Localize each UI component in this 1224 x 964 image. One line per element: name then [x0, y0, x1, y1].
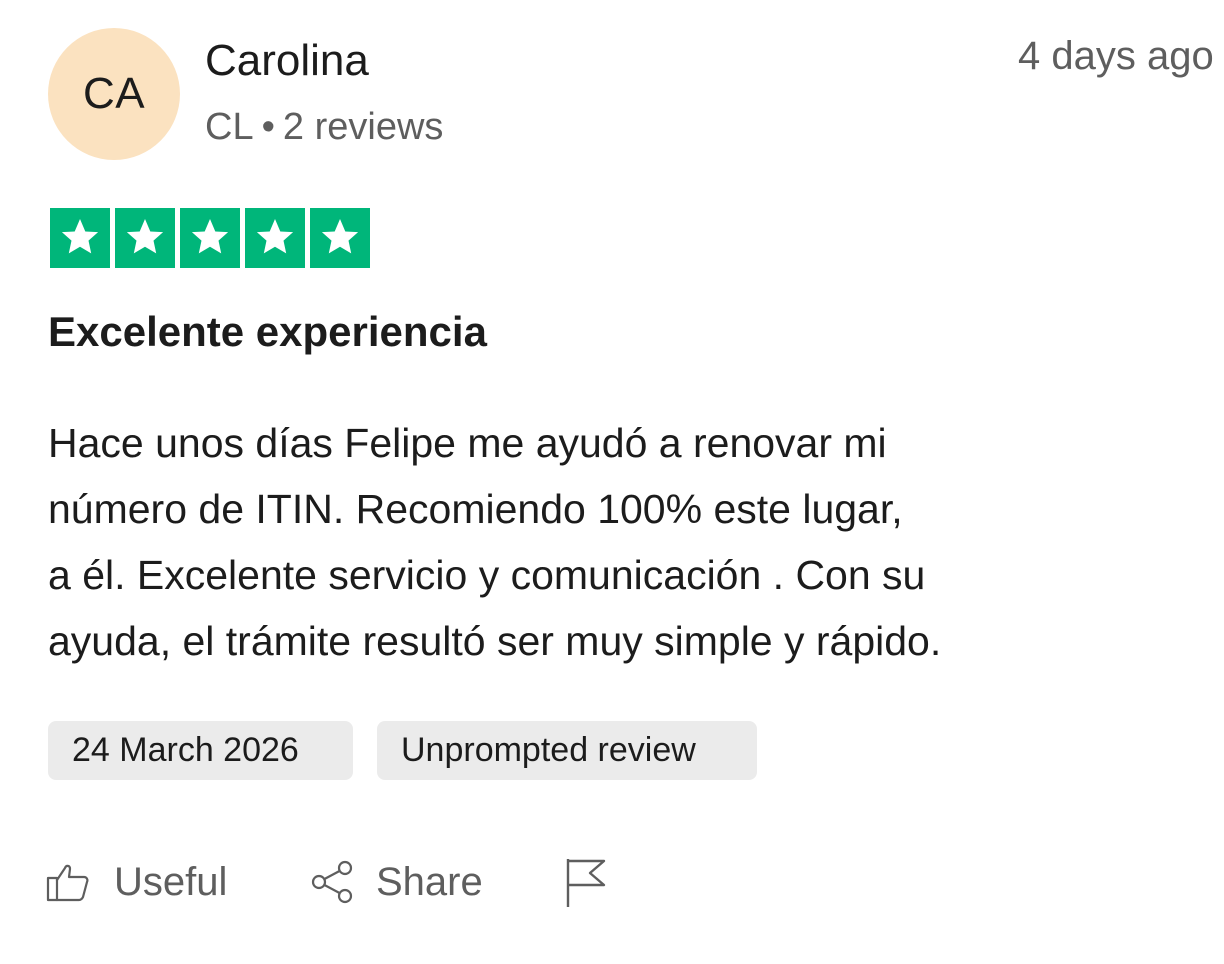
thumbs-up-icon — [46, 862, 90, 902]
share-icon — [310, 860, 354, 904]
useful-label: Useful — [114, 859, 228, 904]
star-icon — [50, 208, 110, 268]
unprompted-review-badge[interactable]: Unprompted review — [377, 721, 757, 780]
review-title[interactable]: Excelente experiencia — [48, 306, 487, 358]
review-body-line: Hace unos días Felipe me ayudó a renovar… — [48, 420, 887, 466]
star-icon — [310, 208, 370, 268]
meta-separator: • — [261, 106, 275, 148]
star-rating — [50, 208, 370, 268]
review-body-line: a él. Excelente servicio y comunicación … — [48, 552, 926, 598]
share-button[interactable]: Share — [310, 852, 483, 912]
date-of-experience-badge: 24 March 2026 — [48, 721, 353, 780]
reviewer-name[interactable]: Carolina — [205, 36, 369, 86]
flag-icon — [560, 855, 610, 909]
date-of-experience-label: 24 March 2026 — [72, 731, 299, 769]
review-body: Hace unos días Felipe me ayudó a renovar… — [48, 410, 1168, 674]
reviewer-review-count: 2 reviews — [282, 106, 444, 148]
star-icon — [245, 208, 305, 268]
star-icon — [115, 208, 175, 268]
review-body-line: número de ITIN. Recomiendo 100% este lug… — [48, 486, 903, 532]
useful-button[interactable]: Useful — [46, 852, 227, 912]
unprompted-review-label: Unprompted review — [401, 731, 696, 769]
avatar[interactable]: CA — [48, 28, 180, 160]
review-body-line: ayuda, el trámite resultó ser muy simple… — [48, 618, 942, 664]
star-icon — [180, 208, 240, 268]
report-button[interactable] — [560, 852, 610, 912]
share-label: Share — [376, 859, 483, 904]
avatar-initials: CA — [82, 69, 146, 118]
reviewer-meta: CL • 2 reviews — [205, 104, 443, 150]
posted-ago: 4 days ago — [1018, 34, 1214, 78]
reviewer-country: CL — [205, 106, 254, 148]
